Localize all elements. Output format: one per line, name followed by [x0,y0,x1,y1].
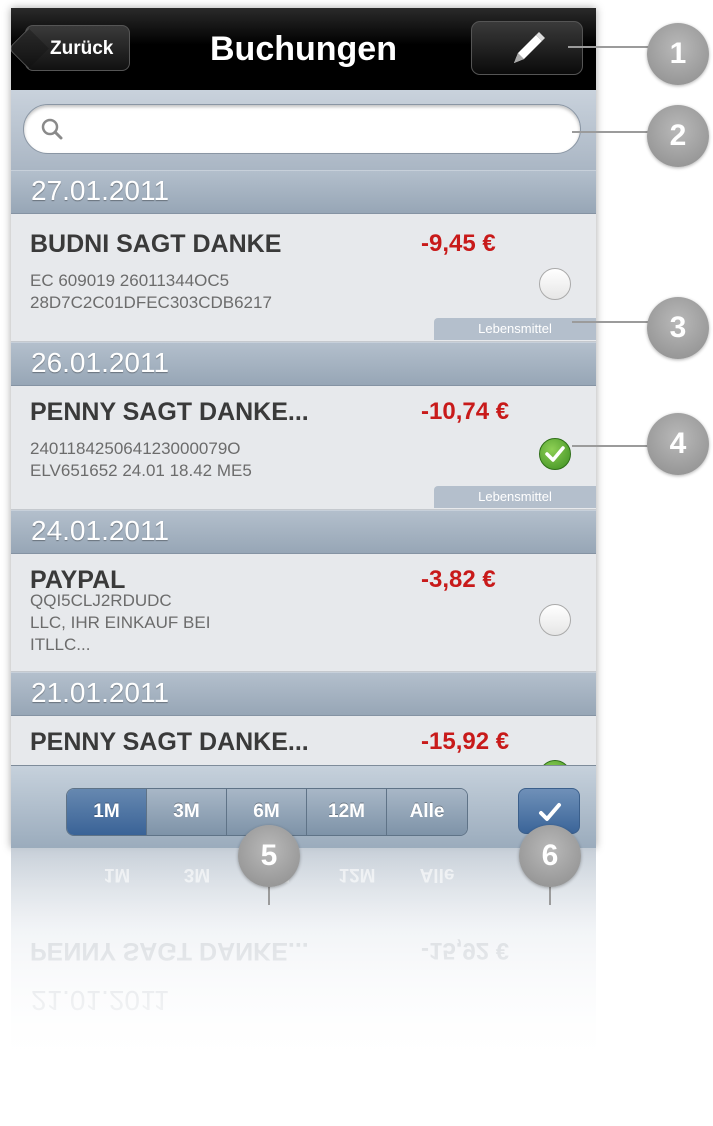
transaction-amount: -10,74 € [421,398,510,425]
section-date: 21.01.2011 [31,677,170,708]
period-all[interactable]: Alle [387,789,467,835]
callout-leader-line [572,321,658,323]
period-1m[interactable]: 1M [67,789,147,835]
transaction-amount: -3,82 € [421,566,496,593]
callout-badge: 5 [238,825,300,887]
transaction-detail-line: EC 609019 26011344OC5 [30,271,230,290]
edit-button[interactable] [471,21,583,75]
merchant-name: PENNY SAGT DANKE... [30,398,309,426]
transaction-amount: -9,45 € [421,230,496,257]
transaction-detail-line: ITLLC... [30,635,91,654]
transaction-detail-line: QQI5CLJ2RDUDC [30,591,172,610]
date-header: 26.01.2011 [11,342,596,386]
pencil-icon [514,32,545,63]
date-header: 24.01.2011 [11,510,596,554]
callout-leader-line [572,445,658,447]
category-tag[interactable]: Lebensmittel [434,486,596,508]
callout-leader-line [568,46,658,48]
checkmark-icon [539,803,561,821]
date-header: 27.01.2011 [11,170,596,214]
transaction-detail-line: 240118425064123000079O [30,439,241,458]
checkmark-icon [545,446,565,462]
callout-badge: 1 [647,23,709,85]
transaction-detail-line: 28D7C2C01DFEC303CDB6217 [30,293,272,312]
transaction-detail-line: ELV651652 24.01 18.42 ME5 [30,461,252,480]
search-input[interactable] [72,113,556,145]
section-date: 26.01.2011 [31,347,170,378]
section-date: 24.01.2011 [31,515,170,546]
search-icon [41,118,63,140]
unchecked-circle-icon[interactable] [539,604,571,636]
screen-reflection: 1M 3M 6M 12M Alle PENNY SAGT DANKE... -1… [11,848,596,1126]
merchant-name: BUDNI SAGT DANKE [30,230,282,258]
callout-badge: 2 [647,105,709,167]
callout-badge: 3 [647,297,709,359]
search-field[interactable] [23,104,581,154]
merchant-name: PENNY SAGT DANKE... [30,728,309,756]
transaction-row[interactable]: BUDNI SAGT DANKE -9,45 € EC 609019 26011… [11,214,596,342]
transaction-amount: -15,92 € [421,728,510,755]
bottom-toolbar: 1M 3M 6M 12M Alle [11,765,596,848]
transaction-row[interactable]: PAYPAL -3,82 € QQI5CLJ2RDUDC LLC, IHR EI… [11,554,596,672]
app-screen: Zurück Buchungen 27.01.2011 BUDNI SAGT D… [11,8,596,848]
reflection-fade [11,848,596,1126]
period-3m[interactable]: 3M [147,789,227,835]
checked-circle-icon[interactable] [539,438,571,470]
callout-badge: 4 [647,413,709,475]
date-header: 21.01.2011 [11,672,596,716]
transaction-row[interactable]: PENNY SAGT DANKE... -10,74 € 24011842506… [11,386,596,510]
navigation-bar: Zurück Buchungen [11,8,596,90]
callout-leader-line [572,131,658,133]
unchecked-circle-icon[interactable] [539,268,571,300]
period-12m[interactable]: 12M [307,789,387,835]
callout-badge: 6 [519,825,581,887]
transaction-detail-line: LLC, IHR EINKAUF BEI [30,613,211,632]
search-bar [11,90,596,170]
section-date: 27.01.2011 [31,175,170,206]
